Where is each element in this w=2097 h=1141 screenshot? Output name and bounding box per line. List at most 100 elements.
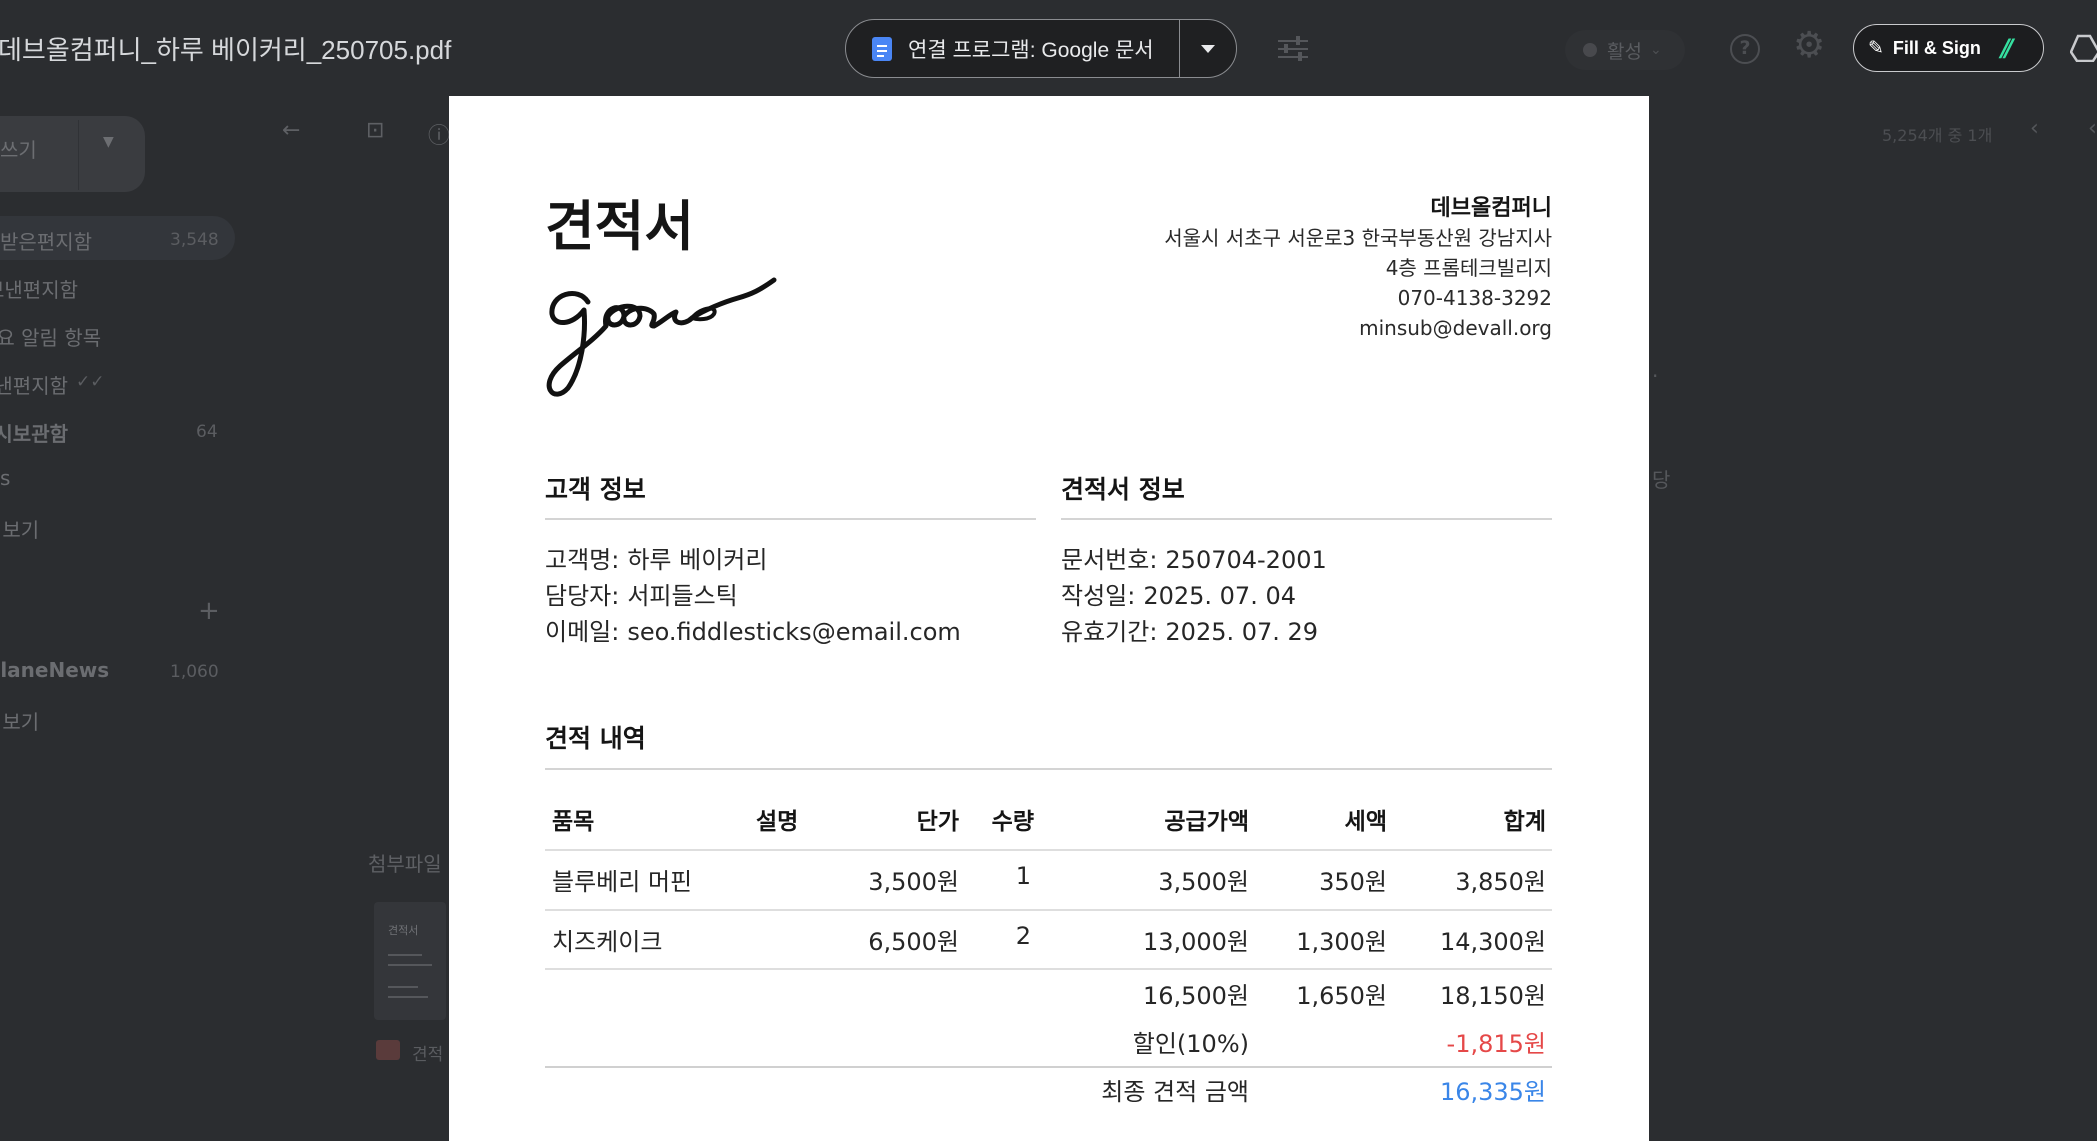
row2-item: 치즈케이크	[552, 928, 663, 956]
quote-number-label: 문서번호:	[1061, 546, 1158, 574]
back-arrow-icon[interactable]: ←	[282, 118, 300, 143]
status-dropdown[interactable]: 활성 ⌄	[1565, 30, 1685, 70]
quote-date: 2025. 07. 04	[1143, 582, 1296, 610]
goose-logo	[546, 277, 777, 397]
thumbnail-title: 견적서	[388, 924, 419, 937]
nav-item-s[interactable]: s	[0, 466, 10, 490]
row1-tax: 350원	[1319, 868, 1387, 896]
tune-icon[interactable]	[1278, 34, 1308, 62]
row2-total: 14,300원	[1439, 928, 1546, 956]
final-value: 16,335원	[1439, 1078, 1546, 1106]
nav-item-inbox[interactable]: 받은편지함	[0, 226, 92, 255]
attachments-title: 첨부파일	[368, 852, 442, 876]
drive-add-icon[interactable]	[2070, 34, 2097, 62]
column-unit-price: 단가	[916, 809, 959, 835]
customer-name-row: 고객명: 하루 베이커리	[545, 540, 767, 575]
attachment-thumbnail[interactable]: 견적서	[374, 902, 446, 1020]
quote-info-divider	[1061, 518, 1552, 520]
nav-item-more[interactable]: 더보기	[0, 514, 39, 543]
quote-valid: 2025. 07. 29	[1165, 618, 1319, 646]
total-divider	[545, 1066, 1552, 1068]
customer-email-label: 이메일:	[545, 618, 620, 646]
gear-icon[interactable]: ⚙	[1793, 28, 1825, 64]
double-check-icon: ✓✓	[76, 372, 105, 392]
compose-label: 쓰기	[0, 138, 37, 162]
company-address-2: 4층 프롬테크빌리지	[1385, 256, 1552, 280]
quote-info-heading: 견적서 정보	[1061, 475, 1185, 504]
row2-tax: 1,300원	[1296, 928, 1387, 956]
items-divider	[545, 768, 1552, 770]
nav-item-sent-2[interactable]: 보낸편지함	[0, 370, 68, 399]
chevron-down-icon	[1201, 44, 1215, 53]
row2-supply: 13,000원	[1142, 928, 1249, 956]
nav-item-more-2[interactable]: 더보기	[0, 706, 39, 735]
column-supply: 공급가액	[1164, 809, 1249, 835]
document-title: 견적서	[545, 195, 695, 258]
status-label: 활성	[1607, 40, 1642, 63]
quote-number: 250704-2001	[1165, 546, 1327, 574]
customer-contact: 서피들스틱	[627, 582, 738, 610]
nav-item-drafts[interactable]: 임시보관함	[0, 418, 68, 447]
customer-email-row: 이메일: seo.fiddlesticks@email.com	[545, 612, 961, 647]
prev-icon[interactable]: ‹	[2030, 116, 2039, 141]
row1-divider	[545, 909, 1552, 911]
nav-item-sent[interactable]: 보낸편지함	[0, 274, 78, 303]
customer-divider	[545, 518, 1036, 520]
pen-icon: ✎	[1868, 36, 1884, 59]
row1-quantity: 1	[1015, 862, 1031, 890]
add-label-icon[interactable]: +	[198, 596, 220, 626]
help-icon[interactable]: ?	[1730, 34, 1760, 64]
nav-count-drafts: 64	[196, 422, 218, 442]
report-icon[interactable]: ⓘ	[428, 118, 450, 150]
company-block: 데브올컴퍼니 서울시 서초구 서운로3 한국부동산원 강남지사 4층 프롬테크빌…	[1164, 195, 1552, 343]
row1-item: 블루베리 머핀	[552, 868, 693, 896]
customer-email: seo.fiddlesticks@email.com	[627, 618, 961, 646]
column-tax: 세액	[1344, 809, 1387, 835]
nav-item-important[interactable]: 중요 알림 항목	[0, 322, 101, 351]
background-text-fragment: .	[1652, 358, 1659, 382]
header-row-divider	[545, 849, 1552, 851]
pdf-page: 견적서 데브올컴퍼니 서울시 서초구 서운로3 한국부동산원 강남지사 4층 프…	[449, 96, 1649, 1141]
company-name: 데브올컴퍼니	[1430, 196, 1552, 221]
quote-date-row: 작성일: 2025. 07. 04	[1061, 576, 1296, 611]
status-dot-icon	[1583, 43, 1597, 57]
row1-unit-price: 3,500원	[868, 868, 959, 896]
column-item: 품목	[552, 809, 595, 835]
file-name: 데브올컴퍼니_하루 베이커리_250705.pdf	[0, 35, 452, 65]
row2-unit-price: 6,500원	[868, 928, 959, 956]
pdf-file-icon	[376, 1040, 400, 1060]
nav-count-inbox: 3,548	[170, 230, 219, 250]
company-phone: 070-4138-3292	[1397, 286, 1552, 310]
quote-valid-label: 유효기간:	[1061, 618, 1158, 646]
compose-divider	[78, 120, 79, 190]
nav-count-planenews: 1,060	[170, 662, 219, 682]
open-with-label: 연결 프로그램: Google 문서	[908, 38, 1154, 62]
fill-and-sign-button[interactable]: ✎ Fill & Sign //	[1853, 24, 2044, 72]
viewer-toolbar: 데브올컴퍼니_하루 베이커리_250705.pdf 연결 프로그램: Googl…	[0, 0, 2097, 96]
archive-icon[interactable]: ⊡	[366, 118, 384, 143]
customer-contact-row: 담당자: 서피들스틱	[545, 576, 738, 611]
subtotal-total: 18,150원	[1439, 982, 1546, 1010]
open-with-button[interactable]: 연결 프로그램: Google 문서	[846, 20, 1180, 77]
items-heading: 견적 내역	[545, 724, 646, 753]
column-quantity: 수량	[991, 809, 1034, 835]
row2-quantity: 2	[1015, 922, 1031, 950]
nav-item-planenews[interactable]: planeNews	[0, 658, 109, 682]
row2-divider	[545, 968, 1552, 970]
google-docs-icon	[872, 36, 892, 61]
compose-dropdown-icon[interactable]: ▼	[103, 134, 114, 150]
pager-text: 5,254개 중 1개	[1882, 126, 1993, 145]
attachment-name[interactable]: 견적	[412, 1040, 443, 1065]
customer-name-label: 고객명:	[545, 546, 620, 574]
open-with-control: 연결 프로그램: Google 문서	[845, 19, 1237, 78]
subtotal-tax: 1,650원	[1296, 982, 1387, 1010]
column-description: 설명	[756, 809, 799, 835]
open-with-dropdown-button[interactable]	[1180, 20, 1236, 77]
next-icon[interactable]: ‹	[2088, 116, 2097, 141]
row1-supply: 3,500원	[1158, 868, 1249, 896]
extension-brand-icon: //	[2000, 34, 2013, 62]
discount-value: -1,815원	[1446, 1030, 1546, 1058]
quote-valid-row: 유효기간: 2025. 07. 29	[1061, 612, 1318, 647]
column-total: 합계	[1503, 809, 1546, 835]
subtotal-supply: 16,500원	[1142, 982, 1249, 1010]
